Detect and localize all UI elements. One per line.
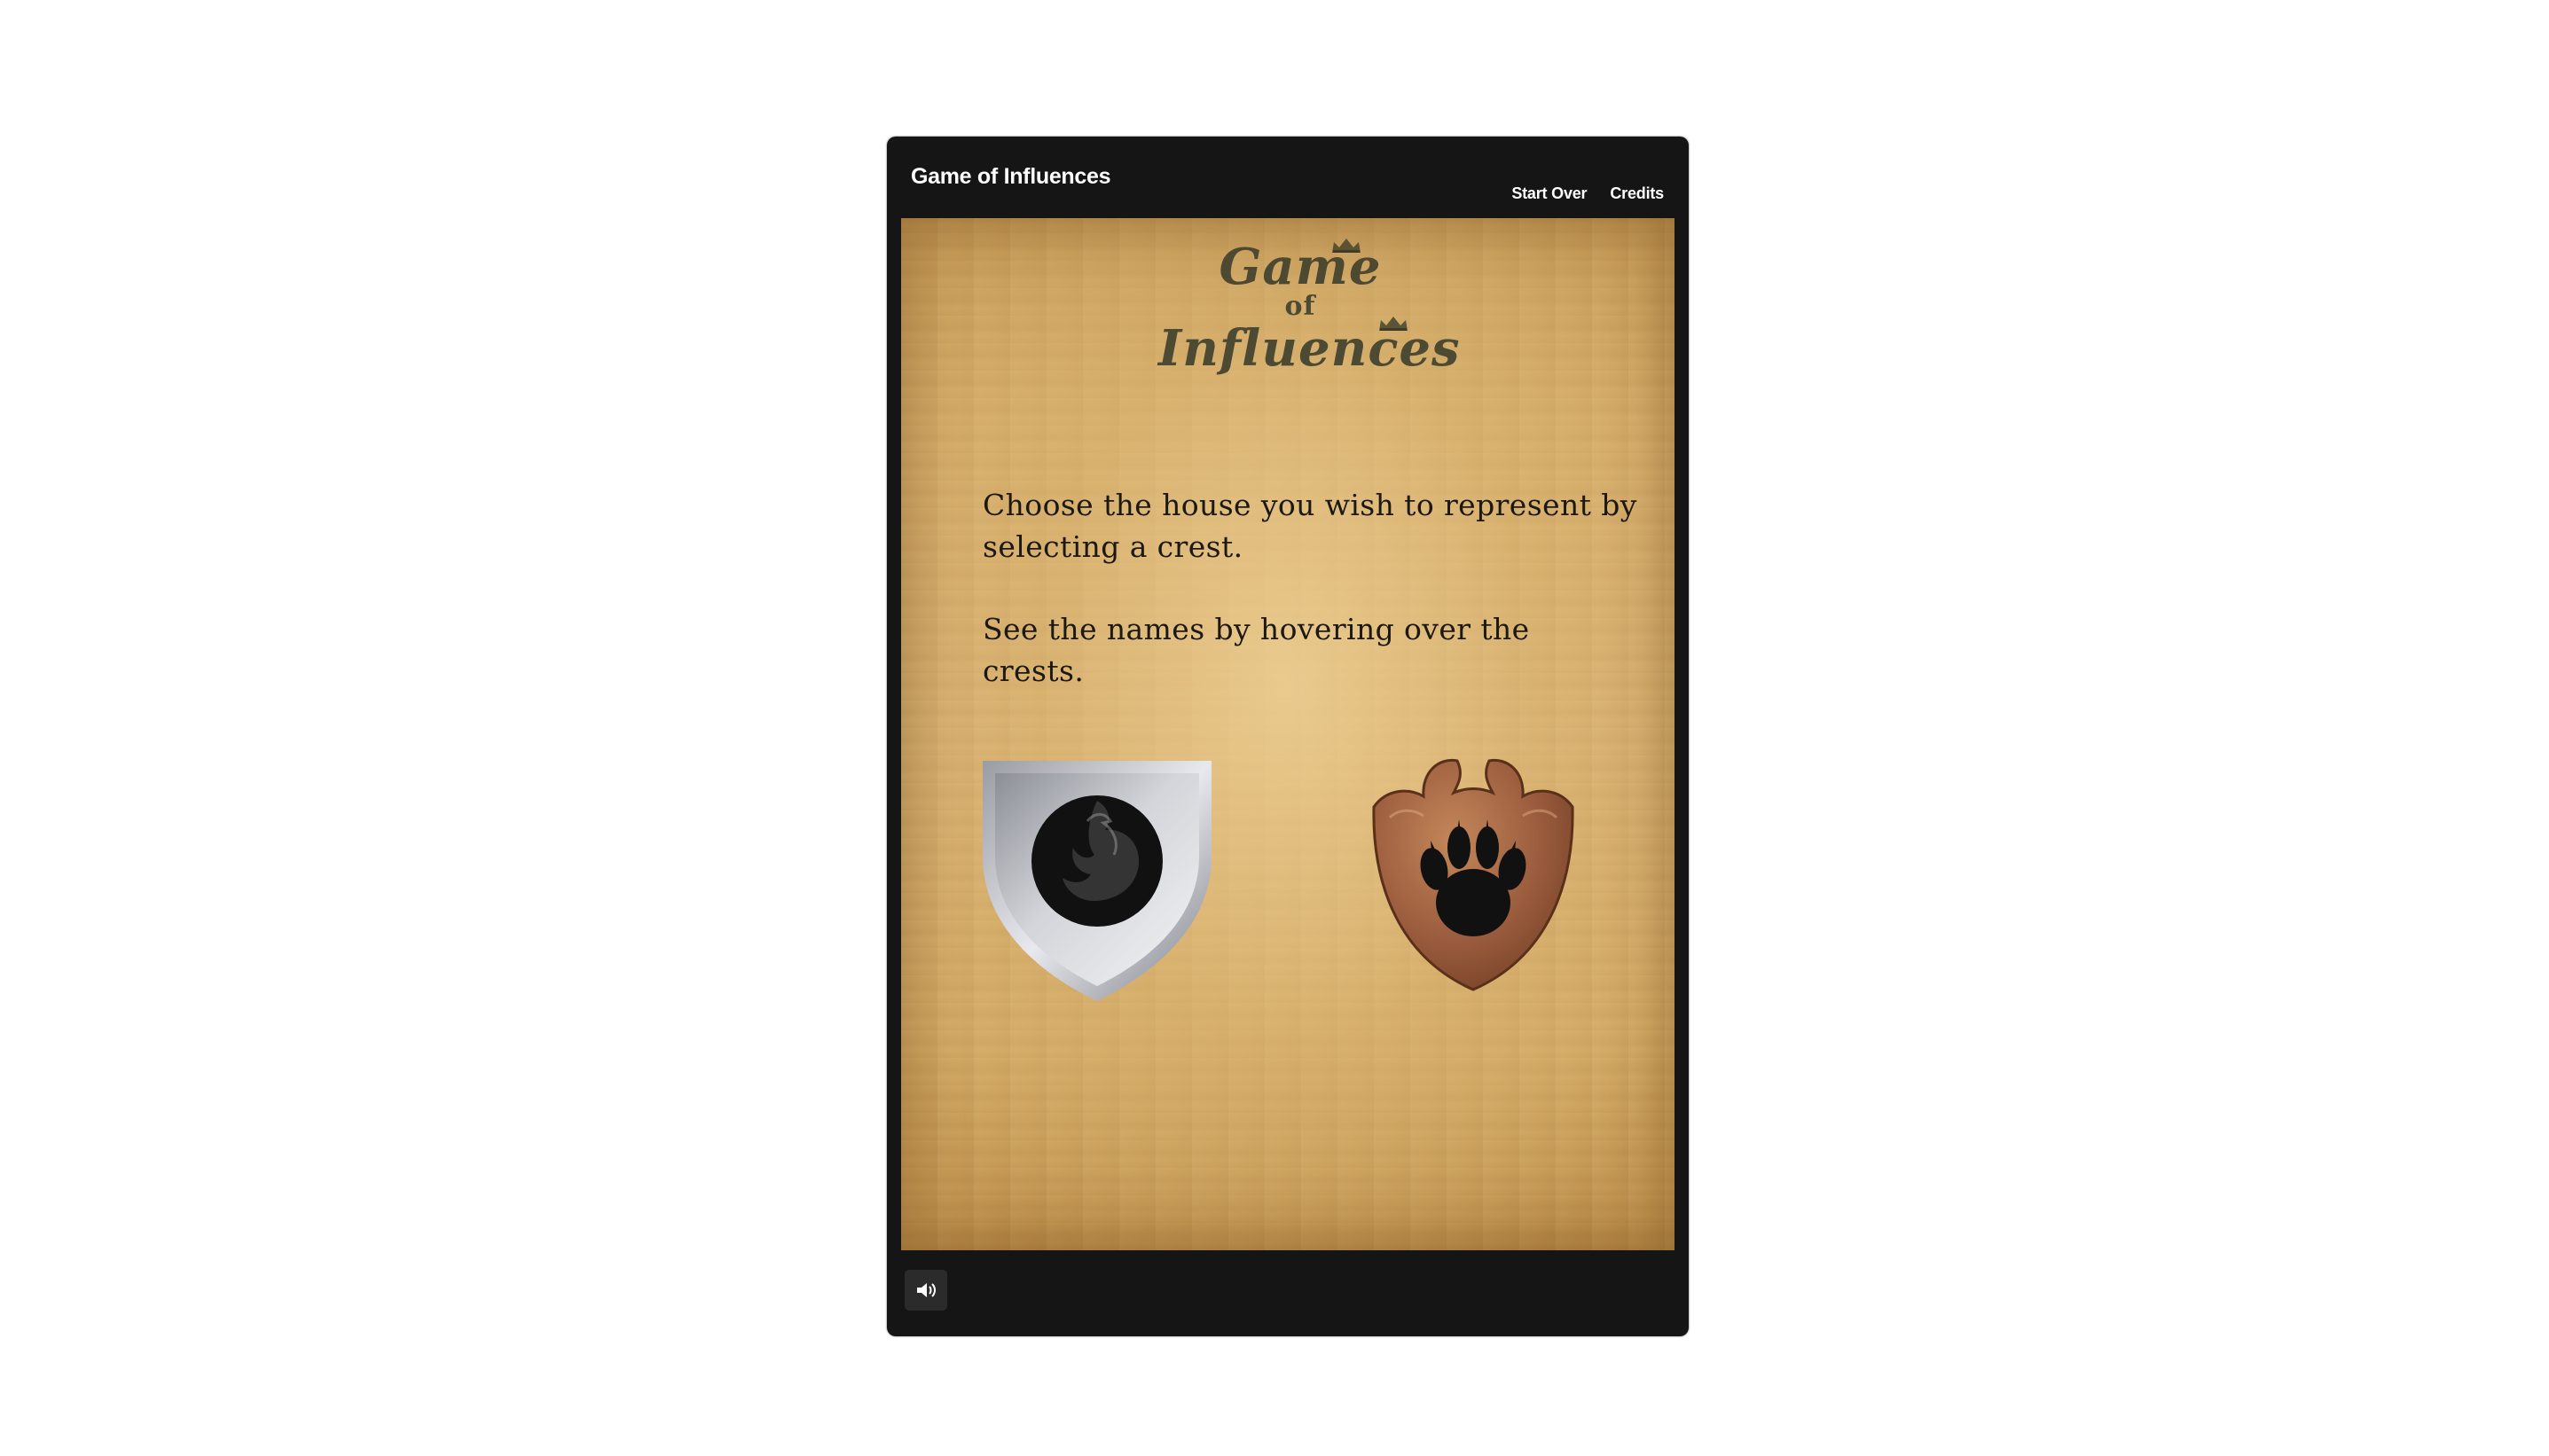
paw-shield-icon[interactable] [1369,754,1578,991]
dragon-shield-icon[interactable] [981,759,1213,1003]
top-nav: Start Over Credits [1511,184,1664,203]
instruction-hover-crests: See the names by hovering over the crest… [983,612,1530,688]
sound-toggle-button[interactable] [905,1270,947,1311]
app-title: Game of Influences [911,164,1111,189]
speaker-icon [917,1283,936,1297]
logo-text-game: Game [1219,238,1382,296]
start-over-link[interactable]: Start Over [1511,184,1587,203]
instructions: Choose the house you wish to represent b… [983,484,1639,692]
game-logo: Game of Influences [1158,234,1461,385]
instruction-choose-house: Choose the house you wish to represent b… [983,488,1637,564]
game-stage: Game of Influences Choose the house you … [901,218,1674,1250]
credits-link[interactable]: Credits [1610,184,1664,203]
game-player-frame: Game of Influences Start Over Credits Ga… [887,137,1689,1336]
logo-text-of: of [1284,291,1316,322]
logo-text-influences: Influences [1158,319,1461,378]
